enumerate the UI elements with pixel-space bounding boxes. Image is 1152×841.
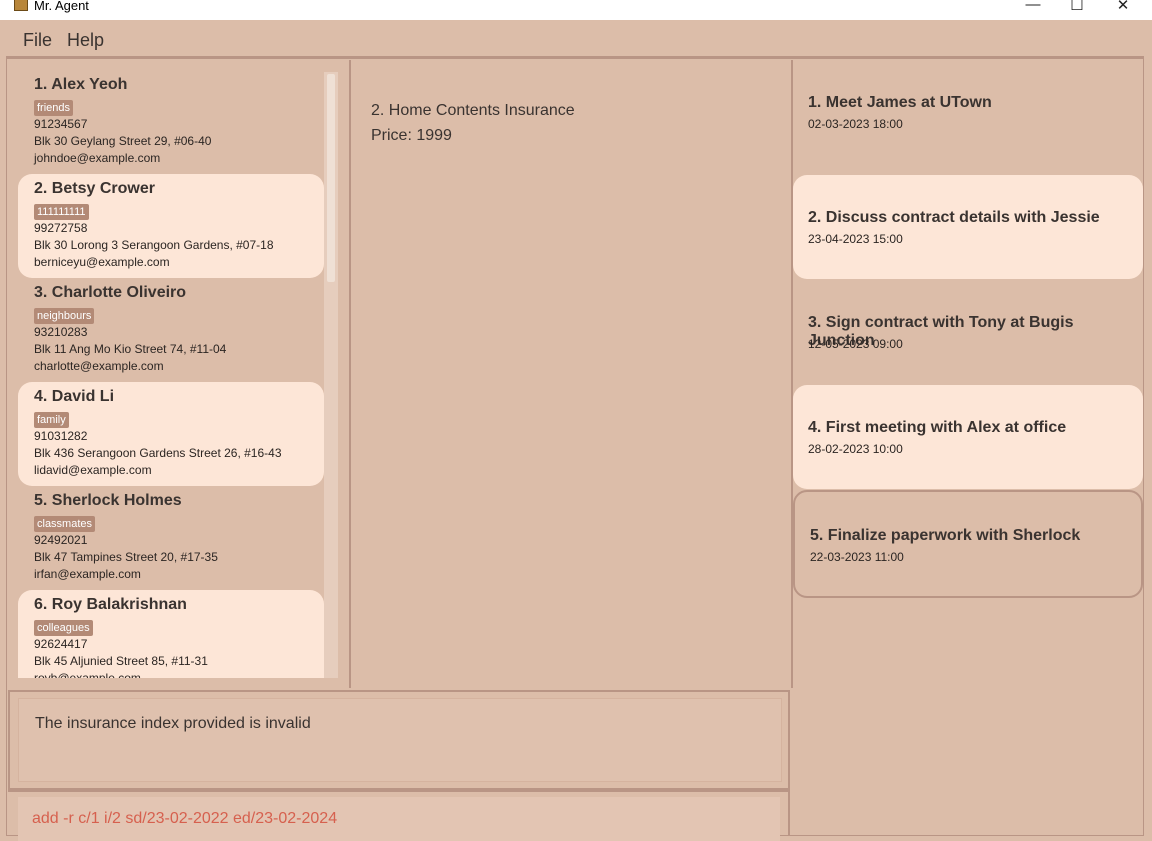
person-phone: 92492021	[34, 533, 88, 547]
meeting-time: 12-05-2023 09:00	[808, 337, 903, 351]
person-name: 4. David Li	[34, 388, 115, 405]
window-title: Mr. Agent	[34, 0, 89, 13]
result-display: The insurance index provided is invalid	[8, 690, 790, 790]
meeting-time: 22-03-2023 11:00	[810, 550, 904, 564]
title-bar: Mr. Agent — ☐ ✕	[0, 0, 1152, 20]
person-email: johndoe@example.com	[34, 151, 161, 165]
meeting-time: 28-02-2023 10:00	[808, 442, 903, 456]
insurance-price: Price: 1999	[371, 127, 452, 144]
app-icon	[14, 0, 28, 11]
person-name: 6. Roy Balakrishnan	[34, 596, 187, 613]
meeting-card[interactable]: 4. First meeting with Alex at office 28-…	[793, 385, 1143, 489]
person-tag: neighbours	[34, 308, 95, 324]
meeting-title: 4. First meeting with Alex at office	[808, 419, 1067, 436]
person-address: Blk 45 Aljunied Street 85, #11-31	[34, 654, 208, 668]
person-name: 5. Sherlock Holmes	[34, 492, 182, 509]
result-message: The insurance index provided is invalid	[35, 715, 311, 732]
maximize-icon[interactable]: ☐	[1062, 0, 1092, 14]
person-list[interactable]: 1. Alex Yeoh friends 91234567 Blk 30 Gey…	[18, 70, 324, 678]
person-name: 3. Charlotte Oliveiro	[34, 284, 187, 301]
minimize-icon[interactable]: —	[1018, 0, 1048, 13]
person-phone: 92624417	[34, 637, 88, 651]
meeting-title: 1. Meet James at UTown	[808, 94, 992, 111]
person-address: Blk 30 Geylang Street 29, #06-40	[34, 134, 212, 148]
person-tag: classmates	[34, 516, 96, 532]
person-card[interactable]: 6. Roy Balakrishnan colleagues 92624417 …	[18, 590, 324, 678]
person-list-panel: 1. Alex Yeoh friends 91234567 Blk 30 Gey…	[8, 60, 351, 688]
person-card[interactable]: 5. Sherlock Holmes classmates 92492021 B…	[18, 486, 324, 590]
person-email: berniceyu@example.com	[34, 255, 170, 269]
meeting-card[interactable]: 1. Meet James at UTown 02-03-2023 18:00	[793, 60, 1143, 164]
scrollbar-thumb[interactable]	[327, 74, 335, 282]
person-card[interactable]: 1. Alex Yeoh friends 91234567 Blk 30 Gey…	[18, 70, 324, 174]
meeting-time: 23-04-2023 15:00	[808, 232, 903, 246]
person-address: Blk 11 Ang Mo Kio Street 74, #11-04	[34, 342, 227, 356]
person-list-scrollbar[interactable]	[324, 72, 338, 678]
meeting-card[interactable]: 3. Sign contract with Tony at Bugis Junc…	[793, 280, 1143, 384]
command-input[interactable]	[18, 797, 780, 841]
close-icon[interactable]: ✕	[1108, 0, 1138, 14]
person-phone: 91031282	[34, 429, 88, 443]
person-phone: 91234567	[34, 117, 88, 131]
meeting-title: 2. Discuss contract details with Jessie	[808, 209, 1100, 226]
result-area[interactable]: The insurance index provided is invalid	[18, 698, 782, 782]
person-name: 2. Betsy Crower	[34, 180, 155, 197]
person-card[interactable]: 3. Charlotte Oliveiro neighbours 9321028…	[18, 278, 324, 382]
person-tag: family	[34, 412, 69, 428]
person-tag: colleagues	[34, 620, 93, 636]
meeting-list[interactable]: 1. Meet James at UTown 02-03-2023 18:00 …	[793, 60, 1143, 620]
meeting-time: 02-03-2023 18:00	[808, 117, 903, 131]
command-box	[8, 790, 790, 841]
person-card[interactable]: 4. David Li family 91031282 Blk 436 Sera…	[18, 382, 324, 486]
person-email: royb@example.com	[34, 671, 141, 678]
meeting-card[interactable]: 2. Discuss contract details with Jessie …	[793, 175, 1143, 279]
menu-bar: File Help	[6, 22, 1144, 58]
menu-help[interactable]: Help	[67, 30, 104, 51]
person-email: irfan@example.com	[34, 567, 141, 581]
insurance-title: 2. Home Contents Insurance	[371, 102, 575, 119]
person-address: Blk 436 Serangoon Gardens Street 26, #16…	[34, 446, 282, 460]
person-tag: friends	[34, 100, 74, 116]
meeting-title: 5. Finalize paperwork with Sherlock	[810, 527, 1081, 544]
insurance-panel: 2. Home Contents Insurance Price: 1999	[351, 60, 793, 688]
meeting-card-selected[interactable]: 5. Finalize paperwork with Sherlock 22-0…	[793, 490, 1143, 598]
person-name: 1. Alex Yeoh	[34, 76, 128, 93]
person-address: Blk 47 Tampines Street 20, #17-35	[34, 550, 218, 564]
person-phone: 99272758	[34, 221, 88, 235]
person-email: lidavid@example.com	[34, 463, 152, 477]
menu-file[interactable]: File	[23, 30, 52, 51]
person-card[interactable]: 2. Betsy Crower 111111111 99272758 Blk 3…	[18, 174, 324, 278]
person-phone: 93210283	[34, 325, 88, 339]
person-address: Blk 30 Lorong 3 Serangoon Gardens, #07-1…	[34, 238, 274, 252]
person-tag: 111111111	[34, 204, 89, 220]
person-email: charlotte@example.com	[34, 359, 164, 373]
